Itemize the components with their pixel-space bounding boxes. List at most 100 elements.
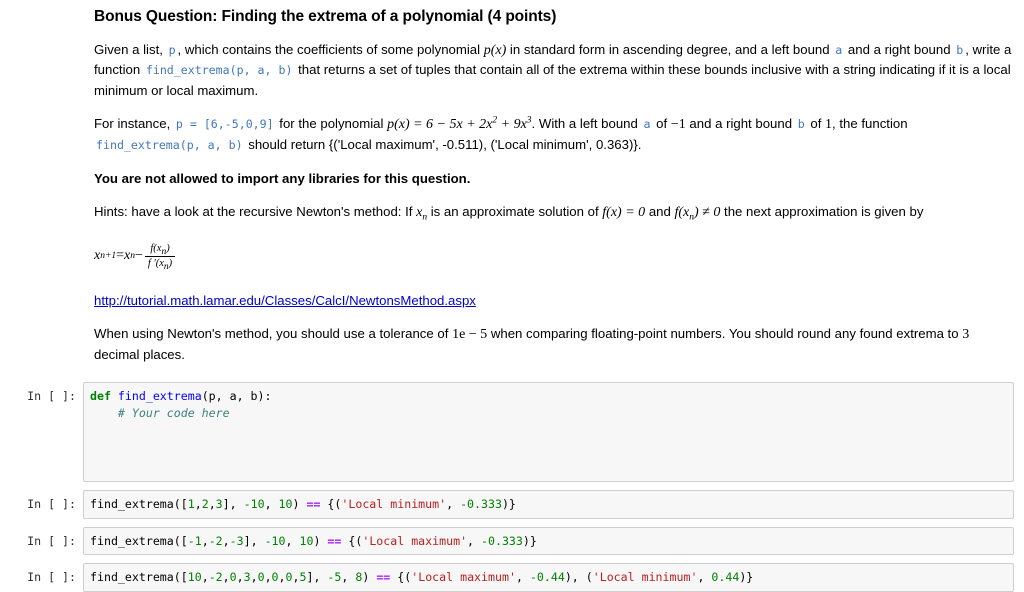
paragraph-hints: Hints: have a look at the recursive Newt… [94, 202, 1014, 222]
code-token: 0 [258, 570, 265, 584]
equation-fraction: f(xn)f ′(xn) [145, 243, 175, 270]
text-segment: in standard form in ascending degree, an… [506, 42, 833, 57]
code-token: )} [739, 570, 753, 584]
equation-equals: = [116, 248, 124, 264]
code-editor[interactable]: find_extrema([-1,-2,-3], -10, 10) == {('… [83, 527, 1014, 556]
code-editor[interactable]: def find_extrema(p, a, b): # Your code h… [83, 382, 1014, 482]
code-token: , [223, 534, 230, 548]
code-token: , [467, 534, 481, 548]
text-segment: the next approximation is given by [720, 204, 923, 219]
equation-minus: − [135, 248, 143, 264]
code-token: , [446, 497, 460, 511]
code-token: )} [523, 534, 537, 548]
code-token: 0.44 [711, 570, 739, 584]
code-cell[interactable]: In [ ]:find_extrema([10,-2,0,3,0,0,0,5],… [0, 563, 1024, 592]
text-segment: When using Newton's method, you should u… [94, 326, 452, 341]
code-token: 10 [188, 570, 202, 584]
text-segment: and a right bound [686, 116, 796, 131]
code-token: -3 [230, 534, 244, 548]
inline-code-a-2: a [642, 117, 653, 131]
code-token: -10 [244, 497, 265, 511]
inline-code-p: p [167, 43, 178, 57]
code-token: 'Local minimum' [341, 497, 446, 511]
math-polynomial: p(x) = 6 − 5x + 2x [387, 117, 492, 132]
code-token: ), ( [565, 570, 593, 584]
code-token: == [327, 534, 341, 548]
code-line: def find_extrema(p, a, b): [90, 388, 1009, 405]
code-token: 'Local minimum' [593, 570, 698, 584]
code-cell[interactable]: In [ ]:find_extrema([1,2,3], -10, 10) ==… [0, 490, 1024, 519]
code-token: {( [390, 570, 411, 584]
code-editor[interactable]: find_extrema([10,-2,0,3,0,0,0,5], -5, 8)… [83, 563, 1014, 592]
code-token: -0.44 [530, 570, 565, 584]
code-token: {( [341, 534, 362, 548]
fraction-denominator: f ′(xn) [145, 257, 175, 270]
code-token: 3 [244, 570, 251, 584]
text-segment: For instance, [94, 116, 174, 131]
code-token: ) [313, 534, 327, 548]
code-token: # Your code here [90, 406, 230, 420]
inline-code-a: a [833, 43, 844, 57]
code-token: -2 [209, 570, 223, 584]
math-polynomial-cont: + 9x [497, 117, 527, 132]
code-token: 0 [272, 570, 279, 584]
cell-prompt-label: In [ ]: [0, 490, 83, 511]
code-token: , [341, 570, 355, 584]
paragraph-problem-statement: Given a list, p, which contains the coef… [94, 40, 1014, 100]
math-fxn-neq-zero: ) ≠ 0 [694, 205, 720, 220]
code-token: -10 [265, 534, 286, 548]
code-token: -5 [327, 570, 341, 584]
text-segment: when comparing floating-point numbers. Y… [487, 326, 962, 341]
math-px: p(x) [484, 43, 507, 58]
code-token: def [90, 389, 118, 403]
code-token: find_extrema([ [90, 497, 188, 511]
numerator-end: ) [166, 243, 170, 254]
text-segment: and a right bound [844, 42, 954, 57]
numerator-text: f(x [150, 243, 161, 254]
code-token: , [286, 534, 300, 548]
code-editor[interactable]: find_extrema([1,2,3], -10, 10) == {('Loc… [83, 490, 1014, 519]
text-segment: and [645, 204, 674, 219]
math-three: 3 [962, 327, 969, 342]
code-token: find_extrema [118, 389, 202, 403]
code-token: 2 [202, 497, 209, 511]
code-line: # Your code here [90, 405, 1009, 422]
text-segment: for the polynomial [276, 116, 387, 131]
text-segment: , which contains the coefficients of som… [178, 42, 484, 57]
code-token: , [265, 497, 279, 511]
fraction-numerator: f(xn) [145, 243, 175, 257]
code-cell[interactable]: In [ ]:find_extrema([-1,-2,-3], -10, 10)… [0, 527, 1024, 556]
inline-code-find-extrema: find_extrema(p, a, b) [144, 63, 295, 77]
newtons-method-link[interactable]: http://tutorial.math.lamar.edu/Classes/C… [94, 293, 476, 308]
code-token: -2 [209, 534, 223, 548]
code-token: -1 [188, 534, 202, 548]
code-token: , [251, 570, 258, 584]
paragraph-example: For instance, p = [6,-5,0,9] for the pol… [94, 114, 1014, 155]
code-token: (p, a, b): [202, 389, 272, 403]
inline-code-p-list: p = [6,-5,0,9] [174, 117, 276, 131]
cell-prompt-label: In [ ]: [0, 382, 83, 403]
markdown-cell[interactable]: Bonus Question: Finding the extrema of a… [0, 0, 1024, 382]
text-segment: should return {('Local maximum', -0.511)… [245, 137, 642, 152]
code-cells-container: In [ ]:def find_extrema(p, a, b): # Your… [0, 382, 1024, 592]
code-token: {( [320, 497, 341, 511]
code-token: == [306, 497, 320, 511]
code-token: ], [223, 497, 244, 511]
paragraph-tolerance: When using Newton's method, you should u… [94, 324, 1014, 364]
denominator-text: f ′(x [148, 258, 164, 269]
note-no-libraries: You are not allowed to import any librar… [94, 169, 1014, 188]
text-segment: of [653, 116, 671, 131]
code-token: )} [502, 497, 516, 511]
code-token: 10 [299, 534, 313, 548]
code-token: ) [362, 570, 376, 584]
math-tolerance: 1e − 5 [452, 327, 487, 342]
code-token: , [195, 497, 202, 511]
code-token: ], [306, 570, 327, 584]
code-token: , [516, 570, 530, 584]
text-segment: Given a list, [94, 42, 167, 57]
text-segment: Hints: have a look at the recursive Newt… [94, 204, 416, 219]
math-neg-one: −1 [671, 117, 686, 132]
code-cell[interactable]: In [ ]:def find_extrema(p, a, b): # Your… [0, 382, 1024, 482]
reference-link-paragraph: http://tutorial.math.lamar.edu/Classes/C… [94, 291, 1014, 310]
code-token: 'Local maximum' [362, 534, 467, 548]
